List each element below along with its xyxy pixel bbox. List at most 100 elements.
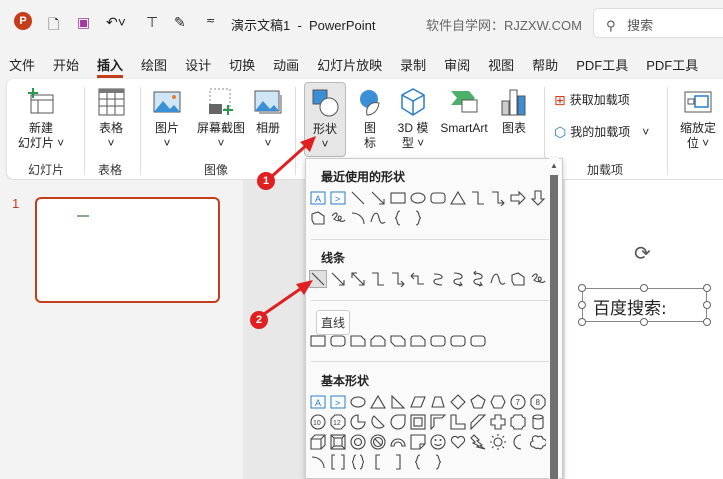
snip1-shape-icon[interactable]	[349, 332, 367, 350]
can-shape-icon[interactable]	[529, 413, 547, 431]
arc-shape-icon[interactable]	[309, 453, 327, 471]
picture-button[interactable]: 图片 ˅	[147, 87, 187, 151]
sun-shape-icon[interactable]	[489, 433, 507, 451]
chart-button[interactable]: 图表	[497, 87, 531, 136]
slide[interactable]	[565, 180, 723, 479]
dodecagon-shape-icon[interactable]: 12	[329, 413, 347, 431]
new-file-icon[interactable]: 🗋	[48, 14, 59, 38]
lbracket-shape-icon[interactable]	[369, 453, 387, 471]
tab-4[interactable]: 设计	[176, 52, 220, 76]
3d-models-button[interactable]: 3D 模 型 ˅	[392, 87, 434, 151]
frame-shape-icon[interactable]	[409, 413, 427, 431]
bevel-shape-icon[interactable]	[329, 433, 347, 451]
touch-mode-icon[interactable]: ✎	[174, 14, 186, 31]
rect-shape-icon[interactable]	[389, 189, 407, 207]
vtextbox-shape-icon[interactable]: >	[329, 393, 347, 411]
snipdiag-shape-icon[interactable]	[389, 332, 407, 350]
rbrace-shape-icon[interactable]	[429, 453, 447, 471]
parallelogram-shape-icon[interactable]	[409, 393, 427, 411]
tab-7[interactable]: 幻灯片放映	[308, 52, 391, 76]
zoom-button[interactable]: 缩放定 位 ˅	[675, 87, 721, 151]
plaque-shape-icon[interactable]	[509, 413, 527, 431]
arc-shape-icon[interactable]	[349, 209, 367, 227]
donut-shape-icon[interactable]	[349, 433, 367, 451]
line-shape-icon[interactable]	[349, 189, 367, 207]
tab-0[interactable]: 文件	[0, 52, 44, 76]
brackets-shape-icon[interactable]	[329, 453, 347, 471]
plus-shape-icon[interactable]	[489, 413, 507, 431]
cube-shape-icon[interactable]	[309, 433, 327, 451]
search-box[interactable]: ⚲ 搜索	[593, 8, 723, 38]
present-icon[interactable]: ⊤	[146, 14, 158, 31]
tab-1[interactable]: 开始	[44, 52, 88, 76]
slide-textbox[interactable]: 百度搜索:	[582, 288, 707, 322]
tab-5[interactable]: 切换	[220, 52, 264, 76]
oval-shape-icon[interactable]	[349, 393, 367, 411]
pentagon-shape-icon[interactable]	[469, 393, 487, 411]
rbrace-shape-icon[interactable]	[409, 209, 427, 227]
lshape-shape-icon[interactable]	[449, 413, 467, 431]
arrow-shape-icon[interactable]	[369, 189, 387, 207]
triangle-shape-icon[interactable]	[369, 393, 387, 411]
lbrace-shape-icon[interactable]	[409, 453, 427, 471]
rightarrow-shape-icon[interactable]	[509, 189, 527, 207]
diagstripe-shape-icon[interactable]	[469, 413, 487, 431]
icons-button[interactable]: 图 标	[355, 87, 385, 151]
roundrect-shape-icon[interactable]	[429, 332, 447, 350]
moon-shape-icon[interactable]	[509, 433, 527, 451]
foldedcorner-shape-icon[interactable]	[409, 433, 427, 451]
octagon-shape-icon[interactable]: 8	[529, 393, 547, 411]
textbox-shape-icon[interactable]: A	[309, 393, 327, 411]
oval-shape-icon[interactable]	[409, 189, 427, 207]
tab-3[interactable]: 绘图	[132, 52, 176, 76]
dropdown-scrollbar[interactable]: ▲	[549, 158, 559, 479]
curveddbl-shape-icon[interactable]	[469, 270, 487, 288]
smartart-button[interactable]: SmartArt	[436, 87, 492, 136]
tab-6[interactable]: 动画	[264, 52, 308, 76]
smiley-shape-icon[interactable]	[429, 433, 447, 451]
tab-10[interactable]: 视图	[479, 52, 523, 76]
elbow-shape-icon[interactable]	[469, 189, 487, 207]
rtriangle-shape-icon[interactable]	[389, 393, 407, 411]
heart-shape-icon[interactable]	[449, 433, 467, 451]
sniproundrect-shape-icon[interactable]	[409, 332, 427, 350]
lbrace-shape-icon[interactable]	[389, 209, 407, 227]
downarrow-shape-icon[interactable]	[529, 189, 547, 207]
roundrect-shape-icon[interactable]	[429, 189, 447, 207]
elbowarrow-shape-icon[interactable]	[389, 270, 407, 288]
scribble-shape-icon[interactable]	[329, 209, 347, 227]
hexagon-shape-icon[interactable]	[489, 393, 507, 411]
cloud-shape-icon[interactable]	[529, 433, 547, 451]
tab-9[interactable]: 审阅	[435, 52, 479, 76]
curvedarrow-shape-icon[interactable]	[449, 270, 467, 288]
save-icon[interactable]: ▣	[77, 14, 90, 31]
tab-8[interactable]: 录制	[391, 52, 435, 76]
tab-12[interactable]: PDF工具	[567, 52, 637, 76]
slide-thumbnail[interactable]	[35, 197, 220, 303]
nosymbol-shape-icon[interactable]	[369, 433, 387, 451]
undo-icon[interactable]: ↶˅	[106, 14, 126, 31]
dblarrow-shape-icon[interactable]	[349, 270, 367, 288]
my-addins-button[interactable]: ⬡ 我的加载项 ˅	[554, 125, 649, 140]
trapezoid-shape-icon[interactable]	[429, 393, 447, 411]
elbowdbl-shape-icon[interactable]	[409, 270, 427, 288]
scrollbar-thumb[interactable]	[550, 175, 558, 479]
braces-shape-icon[interactable]	[349, 453, 367, 471]
customize-qat-icon[interactable]: ≂	[206, 14, 215, 27]
roundrect-shape-icon[interactable]	[449, 332, 467, 350]
get-addins-button[interactable]: ⊞ 获取加载项	[554, 93, 630, 108]
heptagon-shape-icon[interactable]: 7	[509, 393, 527, 411]
tab-11[interactable]: 帮助	[523, 52, 567, 76]
elbowarrow-shape-icon[interactable]	[489, 189, 507, 207]
rotate-handle-icon[interactable]: ⟳	[634, 241, 651, 266]
arrow-shape-icon[interactable]	[329, 270, 347, 288]
tab-2[interactable]: 插入	[88, 52, 132, 78]
triangle-shape-icon[interactable]	[449, 189, 467, 207]
freeform-shape-icon[interactable]	[509, 270, 527, 288]
tab-13[interactable]: PDF工具	[637, 52, 707, 76]
halfframe-shape-icon[interactable]	[429, 413, 447, 431]
blockarc-shape-icon[interactable]	[389, 433, 407, 451]
elbow-shape-icon[interactable]	[369, 270, 387, 288]
decagon-shape-icon[interactable]: 10	[309, 413, 327, 431]
rbracket-shape-icon[interactable]	[389, 453, 407, 471]
